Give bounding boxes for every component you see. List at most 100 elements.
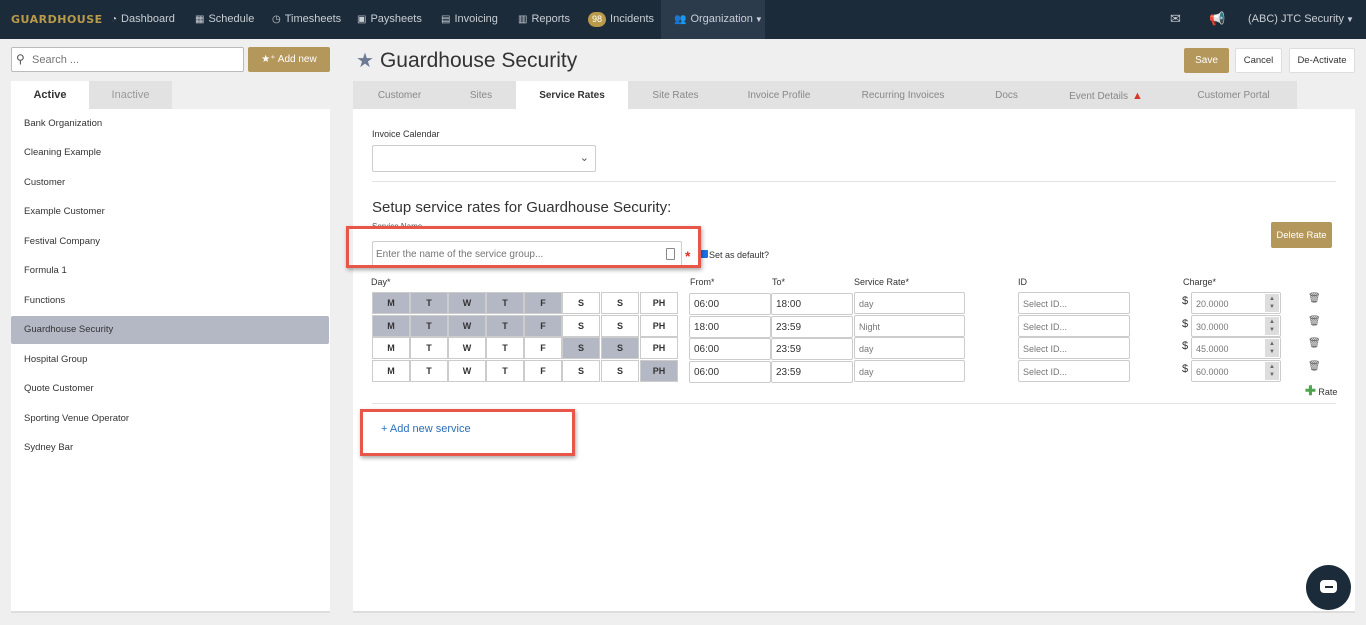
day-toggle[interactable]: PH (640, 360, 678, 382)
from-time-input[interactable]: 06:00 (689, 338, 771, 360)
nav-invoicing[interactable]: ▤ Invoicing (441, 0, 498, 39)
day-toggle[interactable]: S (601, 360, 639, 382)
nav-dashboard[interactable]: ◔ Dashboard (111, 0, 175, 39)
id-select[interactable]: Select ID... (1018, 360, 1130, 382)
day-toggle[interactable]: S (601, 292, 639, 314)
nav-timesheets[interactable]: ◷ Timesheets (272, 0, 341, 39)
from-time-input[interactable]: 06:00 (689, 361, 771, 383)
day-toggle[interactable]: PH (640, 337, 678, 359)
day-toggle[interactable]: S (562, 315, 600, 337)
from-time-input[interactable]: 06:00 (689, 293, 771, 315)
day-toggle[interactable]: T (410, 360, 448, 382)
day-toggle[interactable]: M (372, 315, 410, 337)
stepper-arrows[interactable]: ▲ ▼ (1265, 339, 1279, 357)
tab-invoice-profile[interactable]: Invoice Profile (723, 81, 835, 109)
day-toggle[interactable]: S (562, 292, 600, 314)
to-time-input[interactable]: 23:59 (771, 361, 853, 383)
day-toggle[interactable]: S (601, 337, 639, 359)
tab-service-rates[interactable]: Service Rates (516, 81, 628, 109)
add-rate-button[interactable]: ✚ Rate (1305, 383, 1337, 399)
tab-docs[interactable]: Docs (971, 81, 1042, 109)
day-toggle[interactable]: W (448, 360, 486, 382)
tab-customer-portal[interactable]: Customer Portal (1170, 81, 1297, 109)
day-toggle[interactable]: T (410, 337, 448, 359)
service-rate-input[interactable]: day (854, 292, 965, 314)
day-toggle[interactable]: T (410, 315, 448, 337)
list-item[interactable]: Example Customer (11, 198, 329, 226)
megaphone-icon[interactable]: 📢 (1209, 0, 1225, 39)
star-icon[interactable]: ★ (356, 50, 374, 72)
cancel-button[interactable]: Cancel (1235, 48, 1282, 73)
tab-inactive[interactable]: Inactive (89, 81, 172, 109)
account-menu[interactable]: (ABC) JTC Security ▼ (1248, 0, 1354, 39)
day-toggle[interactable]: T (410, 292, 448, 314)
from-time-input[interactable]: 18:00 (689, 316, 771, 338)
tab-site-rates[interactable]: Site Rates (628, 81, 723, 109)
day-toggle[interactable]: W (448, 337, 486, 359)
stepper-arrows[interactable]: ▲ ▼ (1265, 317, 1279, 335)
day-toggle[interactable]: F (524, 315, 562, 337)
list-item[interactable]: Functions (11, 287, 329, 315)
list-item-selected[interactable]: Guardhouse Security (11, 316, 329, 344)
trash-icon[interactable]: 🗑 (1308, 338, 1321, 349)
nav-schedule[interactable]: ▦ Schedule (195, 0, 254, 39)
invoice-calendar-select[interactable]: ⌄ (372, 145, 596, 172)
save-button[interactable]: Save (1184, 48, 1229, 73)
day-toggle[interactable]: F (524, 337, 562, 359)
nav-reports[interactable]: ▥ Reports (518, 0, 570, 39)
to-time-input[interactable]: 23:59 (771, 316, 853, 338)
day-toggle[interactable]: F (524, 292, 562, 314)
add-new-button[interactable]: ★⁺ Add new (248, 47, 330, 72)
trash-icon[interactable]: 🗑 (1308, 293, 1321, 304)
list-item[interactable]: Sydney Bar (11, 434, 329, 462)
list-item[interactable]: Quote Customer (11, 375, 329, 403)
nav-organization[interactable]: 👥 Organization ▼ (661, 0, 765, 39)
chat-widget-button[interactable] (1306, 565, 1351, 610)
list-item[interactable]: Customer (11, 169, 329, 197)
day-toggle[interactable]: W (448, 315, 486, 337)
day-toggle[interactable]: PH (640, 315, 678, 337)
id-select[interactable]: Select ID... (1018, 292, 1130, 314)
list-item[interactable]: Hospital Group (11, 346, 329, 374)
day-toggle[interactable]: T (486, 360, 524, 382)
day-toggle[interactable]: M (372, 337, 410, 359)
to-time-input[interactable]: 18:00 (771, 293, 853, 315)
trash-icon[interactable]: 🗑 (1308, 316, 1321, 327)
service-rate-input[interactable]: day (854, 360, 965, 382)
stepper-arrows[interactable]: ▲ ▼ (1265, 362, 1279, 380)
search-input[interactable] (32, 51, 232, 69)
id-select[interactable]: Select ID... (1018, 337, 1130, 359)
day-toggle[interactable]: M (372, 292, 410, 314)
default-checkbox[interactable] (700, 250, 708, 258)
delete-rate-button[interactable]: Delete Rate (1271, 222, 1332, 248)
day-toggle[interactable]: S (601, 315, 639, 337)
id-select[interactable]: Select ID... (1018, 315, 1130, 337)
list-item[interactable]: Sporting Venue Operator (11, 405, 329, 433)
day-toggle[interactable]: F (524, 360, 562, 382)
tab-sites[interactable]: Sites (446, 81, 516, 109)
tab-recurring-invoices[interactable]: Recurring Invoices (835, 81, 971, 109)
service-rate-input[interactable]: day (854, 337, 965, 359)
app-logo[interactable]: GUARDHOUSE (11, 13, 103, 26)
list-item[interactable]: Cleaning Example (11, 139, 329, 167)
tab-customer[interactable]: Customer (353, 81, 446, 109)
nav-incidents[interactable]: 98 Incidents (588, 0, 654, 39)
day-toggle[interactable]: S (562, 337, 600, 359)
search-box[interactable]: ⚲ (11, 47, 244, 72)
day-toggle[interactable]: W (448, 292, 486, 314)
day-toggle[interactable]: T (486, 315, 524, 337)
service-rate-input[interactable]: Night (854, 315, 965, 337)
envelope-icon[interactable]: ✉ (1170, 0, 1181, 39)
list-item[interactable]: Bank Organization (11, 110, 329, 138)
day-toggle[interactable]: M (372, 360, 410, 382)
tab-active[interactable]: Active (11, 81, 89, 109)
trash-icon[interactable]: 🗑 (1308, 361, 1321, 372)
list-item[interactable]: Formula 1 (11, 257, 329, 285)
nav-paysheets[interactable]: ▣ Paysheets (357, 0, 422, 39)
stepper-arrows[interactable]: ▲ ▼ (1265, 294, 1279, 312)
list-item[interactable]: Festival Company (11, 228, 329, 256)
day-toggle[interactable]: T (486, 337, 524, 359)
deactivate-button[interactable]: De-Activate (1289, 48, 1355, 73)
day-toggle[interactable]: T (486, 292, 524, 314)
day-toggle[interactable]: PH (640, 292, 678, 314)
